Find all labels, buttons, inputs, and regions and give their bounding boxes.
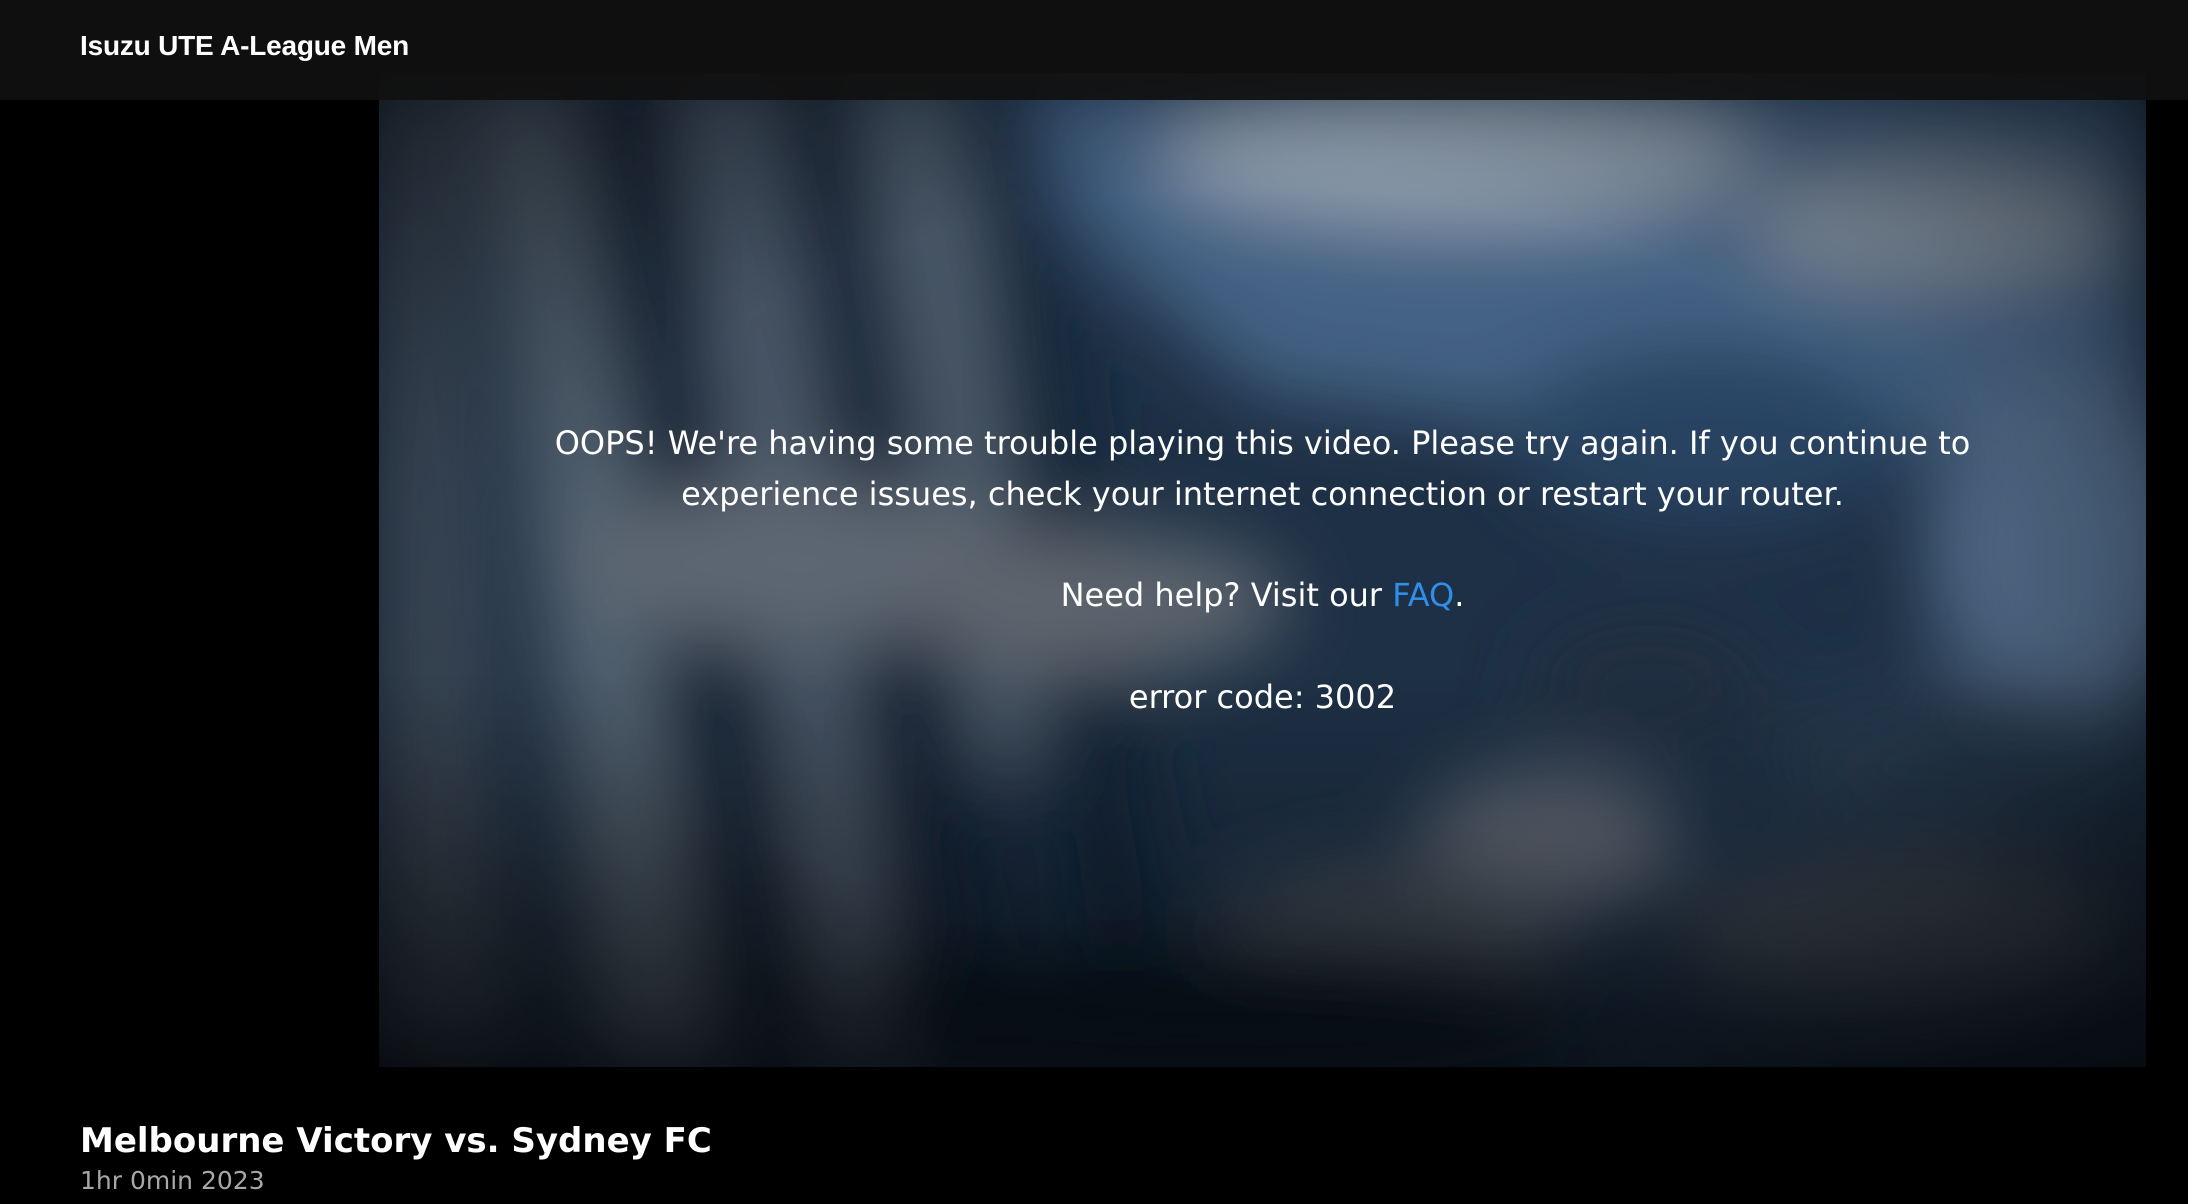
- competition-title[interactable]: Isuzu UTE A-League Men: [80, 30, 409, 62]
- playback-error-message: OOPS! We're having some trouble playing …: [379, 418, 2146, 723]
- error-text-line-2: experience issues, check your internet c…: [681, 475, 1844, 513]
- video-player[interactable]: OOPS! We're having some trouble playing …: [379, 73, 2146, 1067]
- help-prefix: Need help? Visit our: [1060, 576, 1393, 614]
- error-text-line-1: OOPS! We're having some trouble playing …: [554, 424, 1971, 462]
- help-suffix: .: [1454, 576, 1465, 614]
- error-code: error code: 3002: [1128, 678, 1397, 716]
- faq-link[interactable]: FAQ: [1392, 576, 1454, 614]
- help-text: Need help? Visit our FAQ.: [379, 570, 2146, 621]
- top-bar: Isuzu UTE A-League Men: [0, 0, 2188, 100]
- page: OOPS! We're having some trouble playing …: [0, 0, 2188, 1204]
- video-title: Melbourne Victory vs. Sydney FC: [80, 1121, 712, 1161]
- video-subtitle: 1hr 0min 2023: [80, 1166, 265, 1195]
- video-meta: Melbourne Victory vs. Sydney FC 1hr 0min…: [80, 1116, 712, 1196]
